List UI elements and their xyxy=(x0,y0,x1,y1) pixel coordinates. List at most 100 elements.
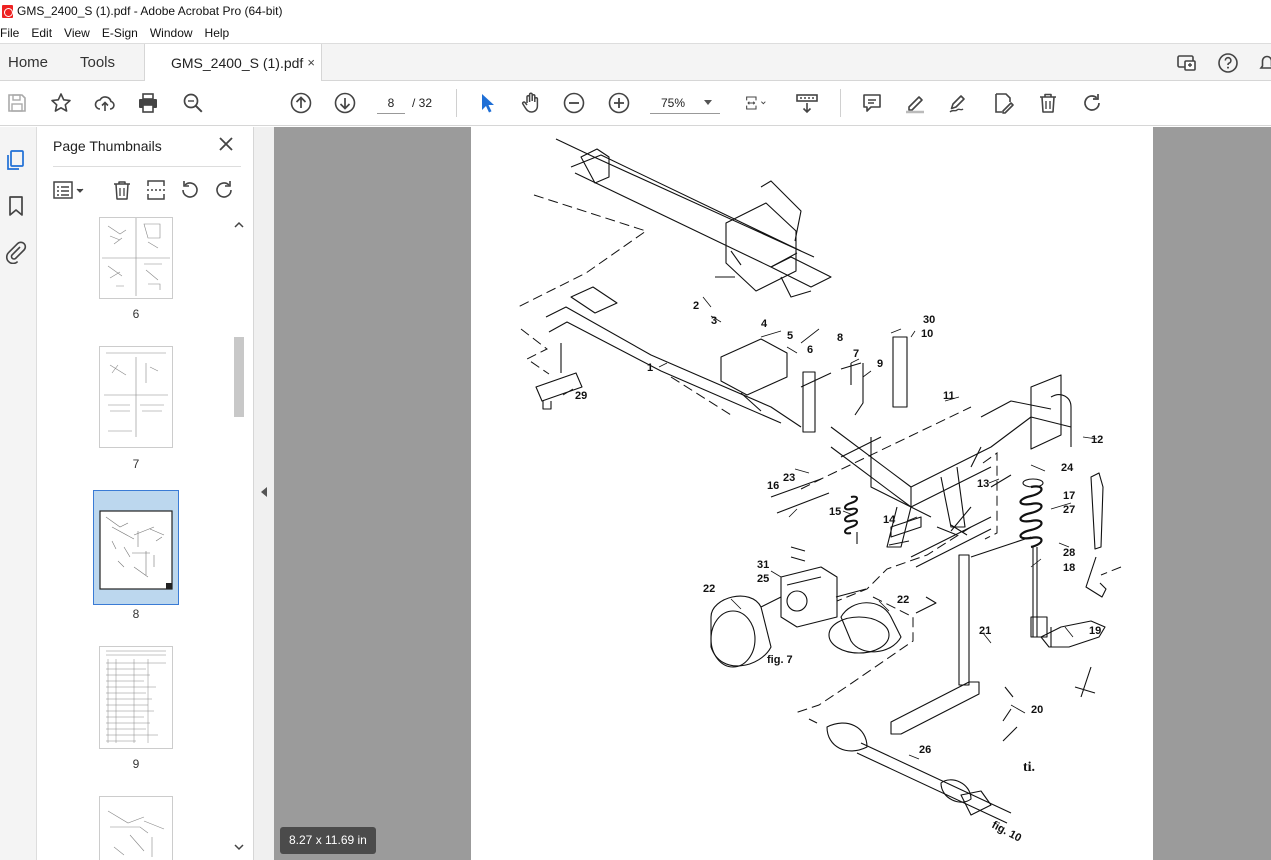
page-size-badge: 8.27 x 11.69 in xyxy=(280,827,376,854)
redo-icon[interactable] xyxy=(1080,91,1104,115)
close-tab-icon[interactable]: × xyxy=(307,55,315,70)
panel-title: Page Thumbnails xyxy=(53,138,162,154)
rotate-left-icon[interactable] xyxy=(179,179,201,201)
callout-number: 7 xyxy=(853,348,859,360)
search-icon[interactable] xyxy=(181,91,205,115)
exploded-parts-diagram: 123 456 7891011121314151617181920212222232… xyxy=(515,138,1122,845)
scrollbar-thumb[interactable] xyxy=(234,337,244,417)
callout-number: 13 xyxy=(977,478,989,490)
rotate-right-icon[interactable] xyxy=(213,179,235,201)
page-thumbnails-icon[interactable] xyxy=(4,148,28,172)
tab-document[interactable]: GMS_2400_S (1).pdf × xyxy=(144,44,322,82)
window-title: GMS_2400_S (1).pdf - Adobe Acrobat Pro (… xyxy=(17,4,283,18)
delete-pages-icon[interactable] xyxy=(111,179,133,201)
print-icon[interactable] xyxy=(136,91,160,115)
thumbnail-page-7[interactable] xyxy=(99,346,173,448)
cursor-arrow-icon[interactable] xyxy=(475,91,499,115)
menu-view[interactable]: View xyxy=(64,26,96,40)
callout-number: 8 xyxy=(837,332,843,344)
page-total-label: / 32 xyxy=(412,96,433,110)
tab-bar: Home Tools GMS_2400_S (1).pdf × xyxy=(0,43,1271,82)
collapse-panel-arrow-icon[interactable] xyxy=(261,487,267,497)
callout-number: 30 xyxy=(923,314,935,326)
callout-number: 12 xyxy=(1091,434,1103,446)
callout-number: 15 xyxy=(829,506,841,518)
chevron-down-icon[interactable] xyxy=(234,843,244,854)
attachment-paperclip-icon[interactable] xyxy=(4,240,28,265)
zoom-level-select[interactable]: 75% xyxy=(650,92,720,114)
insert-pages-icon[interactable] xyxy=(145,179,167,201)
document-viewer[interactable]: 1 2 3 4 5 6 7 8 9 10 11 12 13 14 15 16 17 18 19 20 21 22 22 23 2… xyxy=(274,127,1271,860)
edit-document-icon[interactable] xyxy=(991,91,1015,115)
bookmark-icon[interactable] xyxy=(4,194,28,218)
callout-number: 3 xyxy=(711,315,717,327)
thumbnail-label-7: 7 xyxy=(132,457,140,471)
callout-number: 22 xyxy=(703,583,715,595)
menu-file[interactable]: File xyxy=(0,26,25,40)
callout-number: 18 xyxy=(1063,562,1075,574)
callout-number: 11 xyxy=(943,390,955,402)
callout-number: 19 xyxy=(1089,625,1101,637)
callout-number: 25 xyxy=(757,573,769,585)
callout-number: 20 xyxy=(1031,704,1043,716)
callout-number: 17 xyxy=(1063,490,1075,502)
menu-help[interactable]: Help xyxy=(205,26,236,40)
callout-number: 16 xyxy=(767,480,779,492)
arrow-down-circle-icon[interactable] xyxy=(333,91,357,115)
thumbnail-label-8: 8 xyxy=(132,607,140,621)
trash-icon[interactable] xyxy=(1036,91,1060,115)
pdf-page: 1 2 3 4 5 6 7 8 9 10 11 12 13 14 15 16 17 18 19 20 21 22 22 23 2… xyxy=(471,127,1153,860)
tab-home[interactable]: Home xyxy=(8,44,48,81)
menu-edit[interactable]: Edit xyxy=(31,26,58,40)
share-screen-icon[interactable] xyxy=(1176,52,1198,74)
comment-icon[interactable] xyxy=(860,91,884,115)
upload-cloud-icon[interactable] xyxy=(93,91,117,115)
tab-document-label: GMS_2400_S (1).pdf xyxy=(171,55,304,71)
thumbnail-page-8-selected[interactable] xyxy=(93,490,179,605)
menu-window[interactable]: Window xyxy=(150,26,199,40)
save-icon[interactable] xyxy=(5,91,29,115)
arrow-up-circle-icon[interactable] xyxy=(289,91,313,115)
help-icon[interactable] xyxy=(1217,52,1239,74)
callout-number: 21 xyxy=(979,625,991,637)
panel-splitter[interactable] xyxy=(254,127,274,860)
callout-number: 29 xyxy=(575,390,587,402)
callout-number: 5 xyxy=(787,330,793,342)
menu-esign[interactable]: E-Sign xyxy=(102,26,144,40)
tab-tools[interactable]: Tools xyxy=(80,44,115,81)
thumbnail-page-6[interactable] xyxy=(99,217,173,299)
callout-number: 28 xyxy=(1063,547,1075,559)
menu-bar: File Edit View E-Sign Window Help xyxy=(0,22,1271,43)
page-number-input[interactable] xyxy=(377,92,405,114)
scroll-mode-icon[interactable] xyxy=(795,91,819,115)
close-panel-icon[interactable] xyxy=(218,136,234,152)
page-thumbnails-panel: Page Thumbnails 6 7 8 9 xyxy=(37,127,254,860)
fit-page-icon[interactable] xyxy=(738,91,774,115)
zoom-in-icon[interactable] xyxy=(607,91,631,115)
callout-number: 27 xyxy=(1063,504,1075,516)
figure-label: fig. 7 xyxy=(767,654,793,666)
thumbnail-label-9: 9 xyxy=(132,757,140,771)
panel-divider xyxy=(53,166,241,167)
left-navigation-rail xyxy=(0,127,37,860)
thumbnail-page-9[interactable] xyxy=(99,646,173,749)
callout-number: 26 xyxy=(919,744,931,756)
chevron-up-icon[interactable] xyxy=(234,221,244,232)
highlight-pen-icon[interactable] xyxy=(903,91,927,115)
manufacturer-logo: ti. xyxy=(1023,760,1036,775)
thumbnail-list: 6 7 8 9 xyxy=(37,217,247,860)
thumbnail-page-10[interactable] xyxy=(99,796,173,860)
sign-pen-icon[interactable] xyxy=(947,91,971,115)
callout-number: 9 xyxy=(877,358,883,370)
thumbnail-label-6: 6 xyxy=(132,307,140,321)
callout-number: 22 xyxy=(897,594,909,606)
zoom-out-icon[interactable] xyxy=(562,91,586,115)
thumbnail-scrollbar[interactable] xyxy=(231,219,247,859)
callout-number: 1 xyxy=(647,362,653,374)
callout-number: 31 xyxy=(757,559,769,571)
hand-icon[interactable] xyxy=(519,91,543,115)
star-icon[interactable] xyxy=(49,91,73,115)
notifications-bell-icon[interactable] xyxy=(1256,52,1271,74)
zoom-level-value: 75% xyxy=(661,95,686,110)
thumbnail-options-menu-icon[interactable] xyxy=(53,179,87,201)
